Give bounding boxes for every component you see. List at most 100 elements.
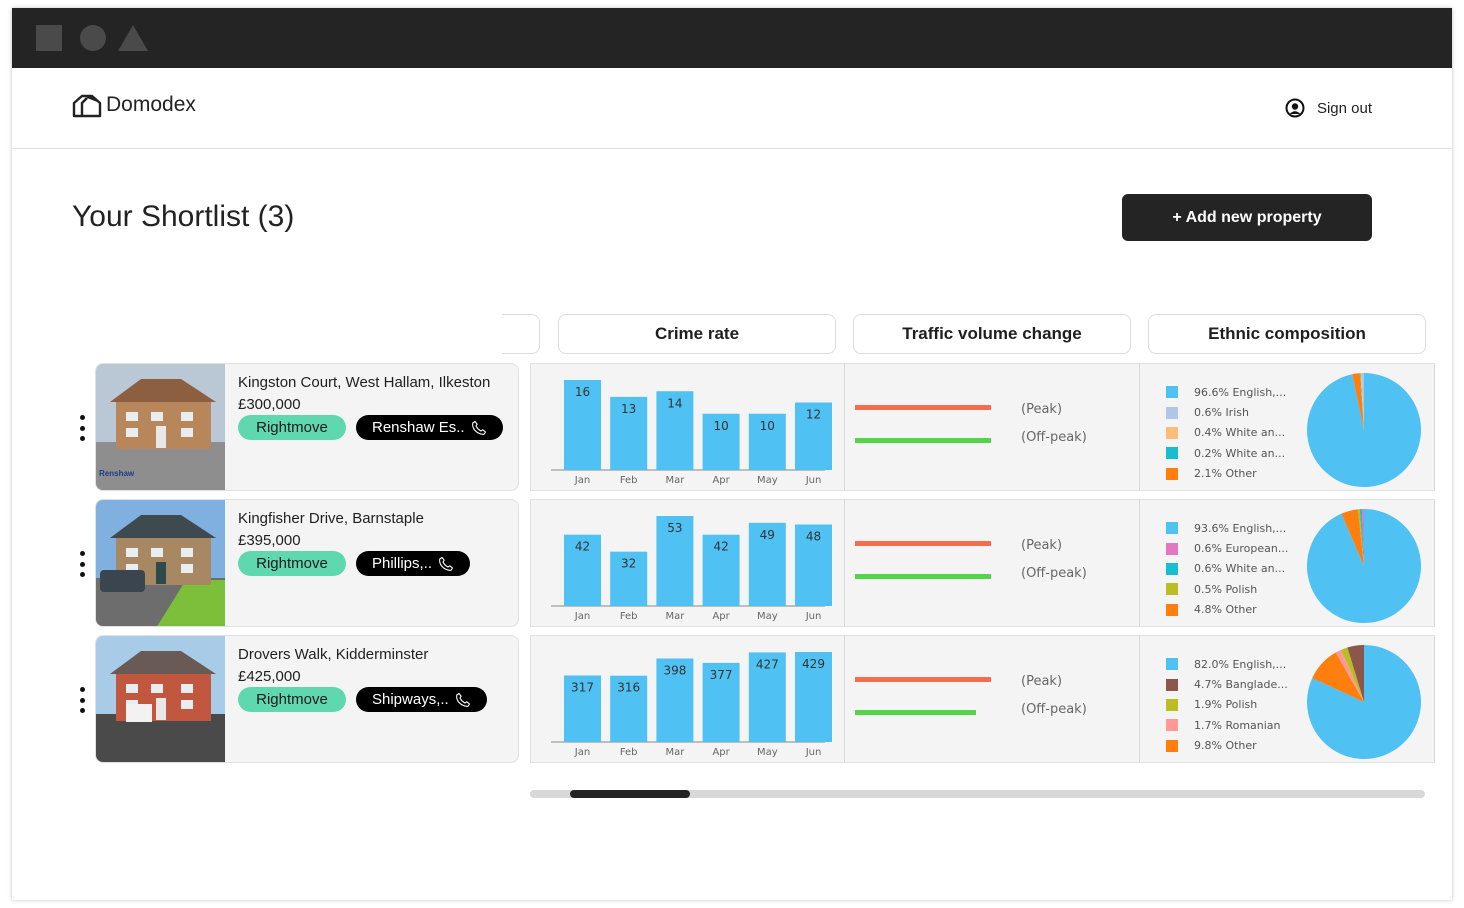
- sign-out-button[interactable]: Sign out: [1285, 98, 1372, 118]
- agent-contact-button[interactable]: Renshaw Es..: [356, 415, 503, 440]
- legend-item: 4.7% Banglade...: [1166, 674, 1288, 694]
- rightmove-link-button[interactable]: Rightmove: [238, 687, 346, 712]
- legend-label: 96.6% English,...: [1194, 385, 1287, 399]
- offpeak-traffic-line: [855, 438, 991, 443]
- agent-contact-button[interactable]: Phillips,..: [356, 551, 471, 576]
- phone-icon: [455, 692, 470, 707]
- x-tick-label: May: [757, 611, 778, 622]
- window-circle-icon[interactable]: [80, 25, 106, 51]
- legend-swatch: [1166, 698, 1178, 711]
- x-tick-label: Apr: [712, 747, 730, 758]
- x-tick-label: May: [757, 475, 778, 486]
- legend-item: 0.4% White an...: [1166, 423, 1286, 443]
- x-tick-label: Jan: [574, 747, 590, 758]
- window-square-icon[interactable]: [36, 25, 62, 51]
- offpeak-label: (Off-peak): [1021, 702, 1087, 717]
- user-circle-icon: [1285, 98, 1305, 118]
- photo-door: [156, 698, 166, 720]
- legend-label: 82.0% English,...: [1194, 657, 1287, 671]
- more-options-icon[interactable]: [78, 551, 86, 577]
- window-triangle-icon[interactable]: [118, 25, 148, 51]
- horizontal-scrollbar[interactable]: [530, 790, 1425, 798]
- column-header-crime-rate[interactable]: Crime rate: [558, 314, 836, 354]
- legend-item: 2.1% Other: [1166, 464, 1286, 484]
- peak-label: (Peak): [1021, 402, 1063, 417]
- agent-contact-button[interactable]: Shipways,..: [356, 687, 487, 712]
- legend-item: 9.8% Other: [1166, 736, 1288, 756]
- agent-name: Shipways,..: [372, 691, 449, 708]
- legend-label: 93.6% English,...: [1194, 521, 1287, 535]
- property-card[interactable]: Kingfisher Drive, Barnstaple £395,000 Ri…: [95, 499, 519, 627]
- x-tick-label: Feb: [620, 747, 638, 758]
- property-photo[interactable]: [96, 500, 225, 627]
- add-new-property-button[interactable]: + Add new property: [1122, 194, 1372, 241]
- property-photo[interactable]: Renshaw: [96, 364, 225, 491]
- ethnic-legend: 82.0% English,... 4.7% Banglade... 1.9% Po…: [1166, 654, 1288, 756]
- photo-window: [126, 428, 138, 437]
- column-header-traffic-volume[interactable]: Traffic volume change: [853, 314, 1131, 354]
- legend-swatch: [1166, 603, 1178, 616]
- photo-window: [181, 548, 193, 557]
- app-window: Domodex Sign out Your Shortlist (3) + Ad…: [12, 8, 1452, 900]
- legend-swatch: [1166, 426, 1178, 439]
- legend-label: 0.4% White an...: [1194, 426, 1286, 440]
- bar-value-label: 53: [667, 521, 682, 535]
- bar-value-label: 42: [575, 540, 590, 554]
- property-card[interactable]: Drovers Walk, Kidderminster £425,000 Rig…: [95, 635, 519, 763]
- photo-window: [181, 684, 193, 693]
- property-address[interactable]: Kingfisher Drive, Barnstaple: [238, 510, 470, 527]
- brand-logo[interactable]: Domodex: [72, 92, 196, 118]
- peak-traffic-line: [855, 541, 991, 546]
- peak-traffic-line: [855, 405, 991, 410]
- legend-swatch: [1166, 467, 1178, 480]
- peak-label: (Peak): [1021, 538, 1063, 553]
- ethnic-pie-chart: [1307, 373, 1421, 487]
- column-header-ethnic-composition[interactable]: Ethnic composition: [1148, 314, 1426, 354]
- photo-driveway: [96, 714, 225, 762]
- legend-label: 2.1% Other: [1194, 467, 1257, 481]
- photo-driveway: [96, 442, 225, 490]
- bar-value-label: 42: [713, 540, 728, 554]
- property-row-2: Kingfisher Drive, Barnstaple £395,000 Ri…: [12, 499, 1452, 627]
- x-tick-label: Feb: [620, 475, 638, 486]
- property-address[interactable]: Kingston Court, West Hallam, Ilkeston: [238, 374, 503, 391]
- ethnic-cell: 96.6% English,... 0.6% Irish 0.4% White an…: [1139, 363, 1435, 491]
- brand-name: Domodex: [106, 93, 196, 116]
- x-tick-label: Jan: [574, 475, 590, 486]
- property-row-1: Renshaw Kingston Court, West Hallam, Ilk…: [12, 363, 1452, 491]
- legend-item: 4.8% Other: [1166, 600, 1288, 620]
- x-tick-label: Jan: [574, 611, 590, 622]
- traffic-cell: (Peak) (Off-peak): [844, 499, 1140, 627]
- legend-item: 82.0% English,...: [1166, 654, 1288, 674]
- bar-value-label: 429: [802, 657, 825, 671]
- bar-value-label: 10: [760, 419, 775, 433]
- legend-label: 1.9% Polish: [1194, 698, 1258, 712]
- peak-label: (Peak): [1021, 674, 1063, 689]
- legend-swatch: [1166, 678, 1178, 691]
- legend-item: 1.7% Romanian: [1166, 715, 1288, 735]
- photo-window: [151, 684, 163, 693]
- bar-value-label: 377: [710, 668, 733, 682]
- x-tick-label: Feb: [620, 611, 638, 622]
- agent-name: Renshaw Es..: [372, 419, 465, 436]
- property-photo[interactable]: [96, 636, 225, 763]
- scrollbar-thumb[interactable]: [570, 790, 691, 798]
- legend-item: 0.2% White an...: [1166, 443, 1286, 463]
- peak-traffic-line: [855, 677, 991, 682]
- photo-window: [126, 684, 138, 693]
- photo-watermark: Renshaw: [99, 469, 135, 478]
- legend-label: 0.2% White an...: [1194, 446, 1286, 460]
- rightmove-link-button[interactable]: Rightmove: [238, 415, 346, 440]
- property-card[interactable]: Renshaw Kingston Court, West Hallam, Ilk…: [95, 363, 519, 491]
- x-tick-label: May: [757, 747, 778, 758]
- rightmove-link-button[interactable]: Rightmove: [238, 551, 346, 576]
- more-options-icon[interactable]: [78, 687, 86, 713]
- photo-window: [151, 548, 163, 557]
- ethnic-cell: 93.6% English,... 0.6% European... 0.6% Wh…: [1139, 499, 1435, 627]
- more-options-icon[interactable]: [78, 415, 86, 441]
- traffic-cell: (Peak) (Off-peak): [844, 363, 1140, 491]
- photo-garage-door: [126, 704, 152, 722]
- x-tick-label: Jun: [805, 747, 822, 758]
- property-address[interactable]: Drovers Walk, Kidderminster: [238, 646, 487, 663]
- page-title: Your Shortlist (3): [72, 200, 295, 233]
